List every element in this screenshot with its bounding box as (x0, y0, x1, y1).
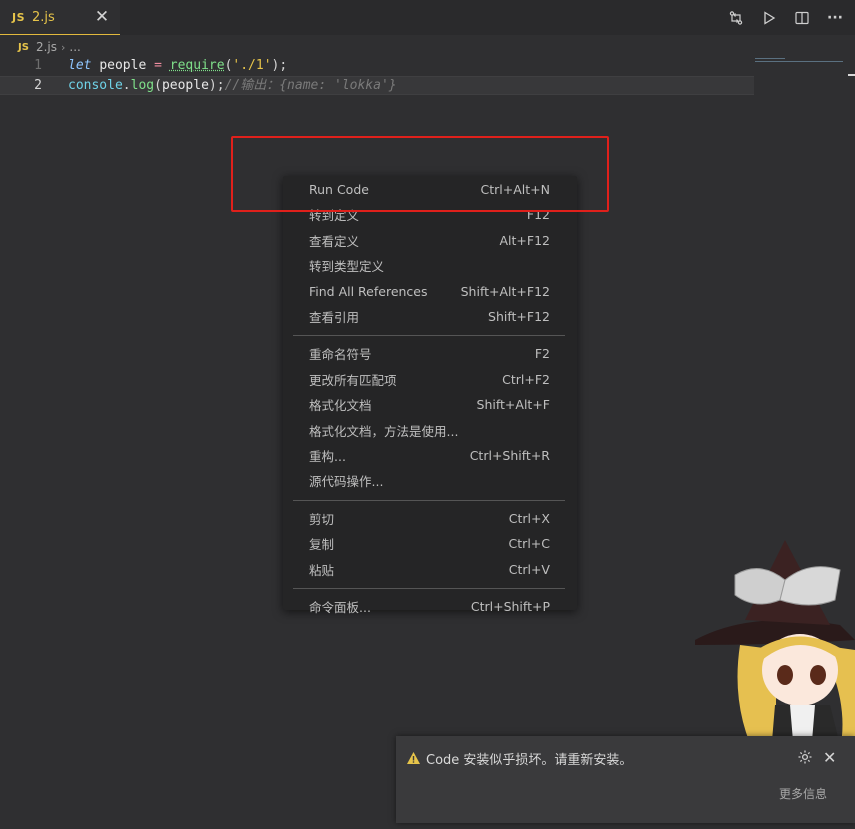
mascot-character-image (695, 540, 855, 765)
annotation-highlight-box (231, 136, 609, 212)
chevron-right-icon: › (60, 40, 66, 54)
menu-item-label: Find All References (309, 283, 428, 299)
menu-item[interactable]: 源代码操作... (283, 468, 577, 493)
code-line-current[interactable]: 2 console.log(people);//输出：{name: 'lokka… (0, 76, 754, 95)
menu-item-shortcut: Ctrl+X (508, 510, 550, 526)
menu-item-label: 剪切 (309, 511, 335, 527)
menu-item-shortcut: Alt+F12 (499, 232, 551, 248)
more-actions-icon[interactable]: ··· (825, 8, 845, 28)
menu-item-label: 查看定义 (309, 233, 360, 249)
menu-item[interactable]: 查看引用 Shift+F12 (283, 304, 577, 329)
minimap[interactable] (755, 58, 843, 62)
code-token: = (146, 58, 170, 73)
code-token: let (68, 58, 92, 73)
close-notification-icon[interactable]: ✕ (823, 748, 836, 767)
code-token: log (130, 78, 155, 93)
menu-separator (293, 335, 565, 337)
menu-item[interactable]: 命令面板... Ctrl+Shift+P (283, 594, 577, 619)
menu-item-label: 重命名符号 (309, 347, 372, 363)
menu-item[interactable]: 格式化文档 Shift+Alt+F (283, 392, 577, 417)
code-token: people (161, 78, 209, 93)
compare-changes-icon[interactable] (726, 8, 746, 28)
more-info-button[interactable]: 更多信息 (779, 785, 827, 802)
breadcrumb-file[interactable]: 2.js (36, 40, 57, 54)
code-line[interactable]: 1 let people = require('./1'); (0, 56, 754, 75)
menu-item-shortcut: Ctrl+C (508, 536, 550, 552)
menu-item[interactable]: Find All References Shift+Alt+F12 (283, 279, 577, 304)
tab-2js[interactable]: JS 2.js ✕ (0, 0, 120, 35)
menu-item-label: 更改所有匹配项 (309, 372, 397, 388)
breadcrumb: JS 2.js › ... (18, 39, 81, 55)
menu-item-label: 查看引用 (309, 310, 360, 325)
menu-item-shortcut: Ctrl+V (508, 561, 550, 577)
line-code: let people = require('./1'); (68, 56, 287, 75)
menu-item[interactable]: 复制 Ctrl+C (283, 531, 577, 556)
split-editor-icon[interactable] (792, 8, 812, 28)
editor-actions: ··· (726, 8, 845, 28)
menu-item-shortcut: Ctrl+Shift+P (470, 599, 550, 614)
menu-item-shortcut: Shift+Alt+F12 (460, 283, 550, 299)
menu-item[interactable]: 转到类型定义 (283, 253, 577, 278)
context-menu: Run Code Ctrl+Alt+N 转到定义 F12 查看定义 Alt+F12 转到类型… (283, 176, 577, 615)
breadcrumb-symbols[interactable]: ... (69, 40, 80, 54)
menu-item-label: 转到类型定义 (309, 259, 385, 275)
tab-label: 2.js (32, 9, 55, 25)
javascript-file-icon: JS (12, 10, 26, 24)
scrollbar-cursor-marker (848, 74, 855, 76)
menu-item[interactable]: 粘贴 Ctrl+V (283, 557, 577, 582)
line-number: 1 (34, 58, 42, 73)
menu-item[interactable]: 剪切 Ctrl+X (283, 506, 577, 531)
menu-item[interactable]: 格式化文档，方法是使用... (283, 418, 577, 443)
close-tab-icon[interactable]: ✕ (94, 9, 110, 26)
menu-item[interactable]: 重构... Ctrl+Shift+R (283, 443, 577, 468)
tab-bar: JS 2.js ✕ ··· (0, 0, 855, 35)
code-token: './1' (232, 58, 272, 73)
menu-separator (293, 588, 565, 589)
code-token: people (99, 58, 147, 73)
line-code: console.log(people);//输出：{name: 'lokka'} (68, 77, 397, 94)
menu-item[interactable]: 重命名符号 F2 (283, 341, 577, 366)
warning-icon (406, 750, 421, 769)
menu-item[interactable]: 更改所有匹配项 Ctrl+F2 (283, 367, 577, 392)
line-number: 2 (34, 78, 42, 93)
code-token: ); (271, 58, 288, 73)
code-token: . (122, 78, 131, 93)
menu-item-label: 格式化文档 (309, 398, 372, 414)
code-token: require (169, 58, 225, 73)
menu-item-shortcut: Ctrl+F2 (502, 371, 550, 387)
menu-item-label: 复制 (309, 537, 335, 553)
code-token: ); (208, 78, 225, 93)
menu-item-shortcut: Ctrl+Shift+R (469, 448, 550, 463)
menu-item-label: 格式化文档，方法是使用... (309, 423, 459, 439)
gear-icon[interactable] (797, 749, 813, 769)
menu-item-shortcut: Shift+F12 (488, 309, 550, 324)
menu-item-label: 源代码操作... (309, 474, 384, 490)
menu-item-label: 命令面板... (309, 600, 371, 615)
javascript-file-icon: JS (18, 41, 29, 53)
notification-message: Code 安装似乎损坏。请重新安装。 (426, 753, 633, 768)
code-token: //输出：{name: 'lokka'} (224, 78, 397, 93)
run-icon[interactable] (759, 8, 779, 28)
menu-separator (293, 499, 565, 501)
code-token: console (68, 78, 123, 93)
menu-item-label: 重构... (309, 449, 346, 464)
menu-item-label: 粘贴 (309, 562, 335, 578)
menu-item-shortcut: Shift+Alt+F (476, 397, 550, 413)
menu-item-shortcut: F2 (534, 346, 550, 362)
code-token: ( (154, 78, 162, 93)
notification-toast: Code 安装似乎损坏。请重新安装。 ✕ 更多信息 (396, 736, 855, 823)
menu-item[interactable]: 查看定义 Alt+F12 (283, 228, 577, 253)
